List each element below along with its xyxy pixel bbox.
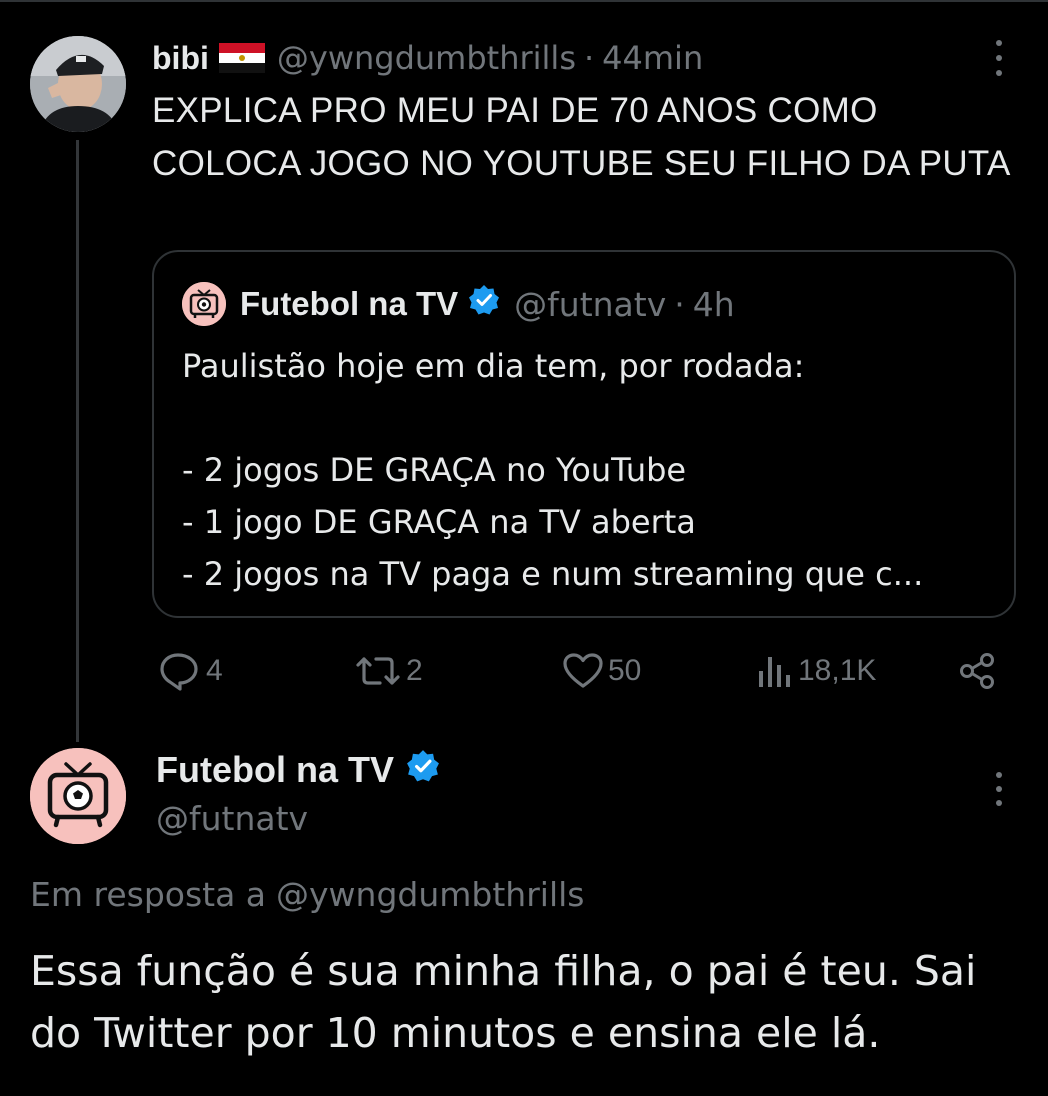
tweet-text: Essa função é sua minha filha, o pai é t… [30,947,977,1057]
timestamp[interactable]: 44min [602,39,703,77]
replying-to-label: Em resposta a [30,874,267,914]
views-chart-icon [759,657,790,687]
author-name[interactable]: bibi [152,40,209,77]
more-options-icon[interactable] [988,40,1010,76]
tweet-text: EXPLICA PRO MEU PAI DE 70 ANOS COMO COLO… [152,91,1011,183]
verified-badge-icon [468,284,500,324]
action-bar: 4 2 50 18,1K [158,646,1008,696]
flag-egypt-icon [218,43,265,73]
retweet-count: 2 [406,654,423,687]
author-handle[interactable]: @ywngdumbthrills [277,39,576,77]
share-button[interactable] [958,646,1002,696]
replying-to-handle[interactable]: @ywngdumbthrills [276,875,584,914]
quoted-tweet-card[interactable]: Futebol na TV @futnatv · 4h Paulistão ho… [152,250,1016,618]
separator-dot: · [674,284,685,324]
reply-icon [160,653,198,691]
views-count: 18,1K [798,654,877,687]
quoted-author-name[interactable]: Futebol na TV [240,285,458,323]
tv-ball-logo-icon [30,748,126,844]
quoted-avatar [182,282,226,326]
quoted-author-handle[interactable]: @futnatv [514,285,666,324]
thread-line [76,140,79,742]
heart-icon [563,653,603,688]
quoted-timestamp[interactable]: 4h [693,285,735,324]
top-divider [0,0,1048,2]
quoted-tweet-text: Paulistão hoje em dia tem, por rodada: -… [182,347,924,593]
reply-button[interactable]: 4 [158,646,223,696]
verified-badge-icon [406,749,440,792]
tweet-header: bibi @ywngdumbthrills · 44min [152,36,703,80]
separator-dot: · [583,39,595,77]
author-name[interactable]: Futebol na TV [156,749,394,791]
avatar[interactable] [30,36,126,132]
quoted-tweet-header: Futebol na TV @futnatv · 4h [182,280,735,328]
more-options-icon[interactable] [988,772,1010,806]
like-button[interactable]: 50 [562,646,641,696]
tv-ball-logo-icon [182,282,226,326]
avatar[interactable] [30,748,126,844]
like-count: 50 [608,654,642,687]
author-name-row: Futebol na TV [156,746,454,794]
retweet-icon [356,657,400,685]
reply-count: 4 [206,654,223,687]
replying-to: Em resposta a @ywngdumbthrills [30,870,585,918]
author-handle[interactable]: @futnatv [156,796,308,840]
share-icon [960,653,994,689]
retweet-button[interactable]: 2 [354,646,423,696]
avatar-photo [30,36,126,132]
views-button[interactable]: 18,1K [756,646,876,696]
